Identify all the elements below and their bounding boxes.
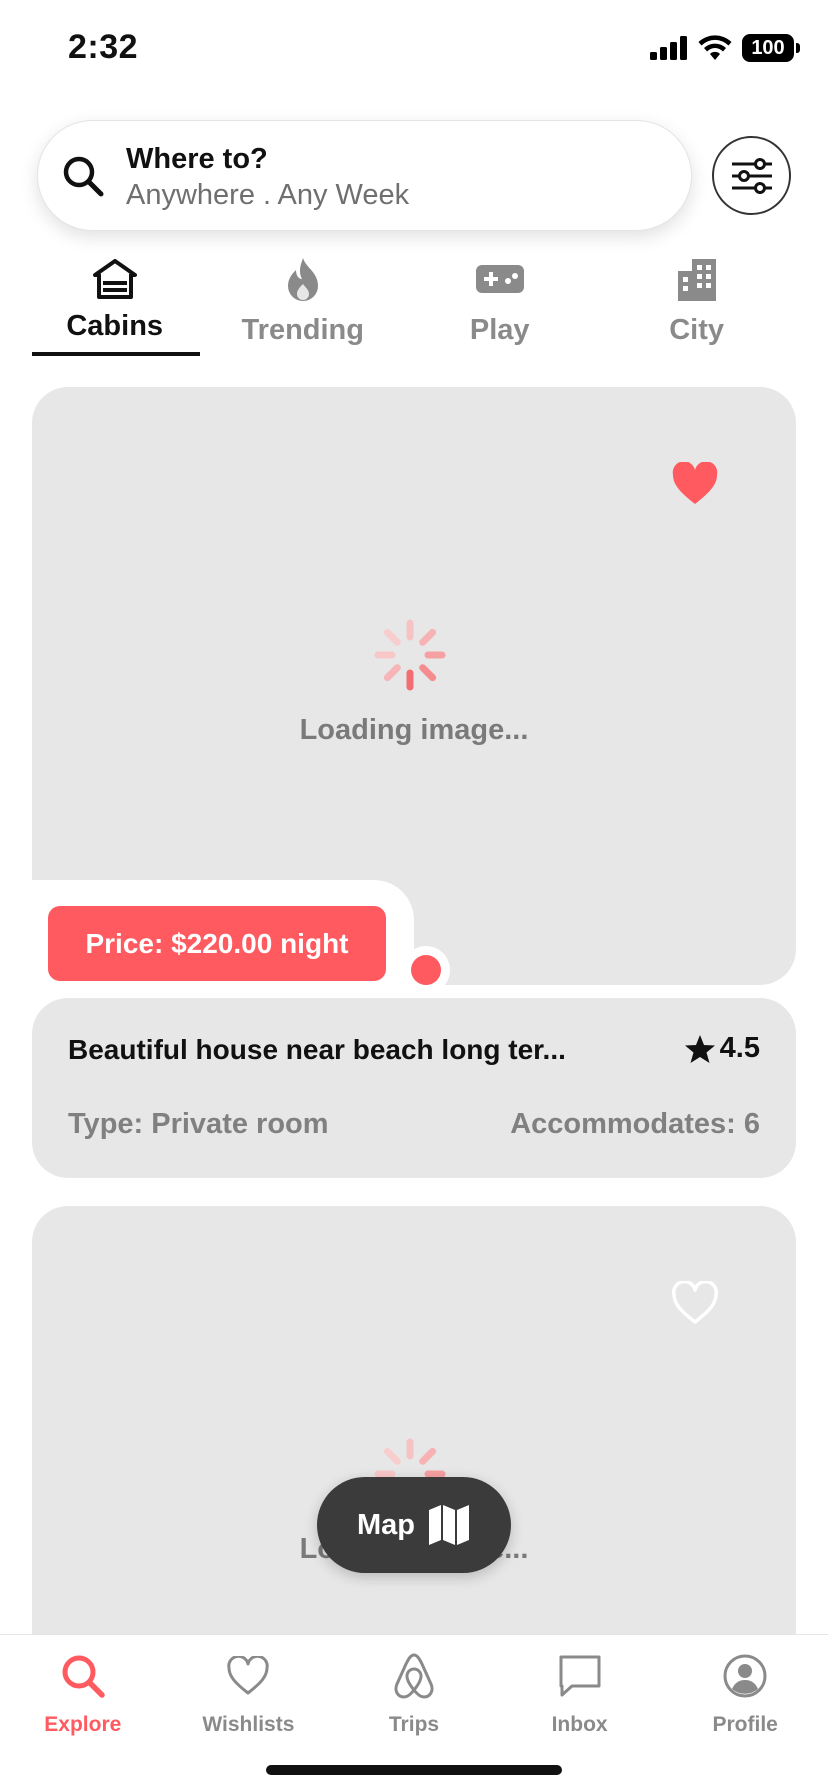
- filter-button[interactable]: [712, 136, 791, 215]
- loading-spinner-icon: [374, 619, 446, 691]
- status-bar: 2:32 100: [0, 0, 828, 100]
- nav-explore[interactable]: Explore: [0, 1635, 166, 1792]
- map-button-label: Map: [357, 1508, 415, 1541]
- airbnb-logo-icon: [394, 1653, 434, 1699]
- nav-label: Inbox: [551, 1713, 608, 1736]
- price-badge: Price: $220.00 night: [48, 906, 386, 981]
- user-circle-icon: [723, 1654, 767, 1698]
- listing-rating: 4.5: [684, 1032, 760, 1065]
- status-time: 2:32: [68, 28, 139, 66]
- home-indicator: [266, 1765, 562, 1775]
- nav-profile[interactable]: Profile: [662, 1635, 828, 1792]
- cabin-icon: [92, 259, 137, 299]
- tab-label: City: [669, 314, 725, 346]
- category-tabs: Cabins Trending Play City: [32, 252, 802, 360]
- search-bar[interactable]: Where to? Anywhere . Any Week: [37, 120, 692, 231]
- signal-icon: [650, 36, 687, 60]
- search-subtitle: Anywhere . Any Week: [126, 179, 410, 211]
- listing-title: Beautiful house near beach long ter...: [68, 1034, 566, 1065]
- star-icon: [684, 1034, 715, 1063]
- heart-icon: [227, 1656, 270, 1695]
- tab-city[interactable]: City: [591, 252, 802, 360]
- message-icon: [559, 1655, 601, 1697]
- nav-label: Trips: [388, 1713, 440, 1736]
- battery-icon: 100: [742, 34, 800, 62]
- tab-label: Cabins: [66, 310, 164, 342]
- map-button[interactable]: Map: [317, 1477, 511, 1573]
- indicator-dot: [411, 955, 441, 985]
- gamepad-icon: [475, 265, 524, 293]
- tab-label: Play: [469, 314, 530, 346]
- favorite-heart-icon[interactable]: [671, 462, 719, 506]
- listing-type: Type: Private room: [68, 1108, 329, 1140]
- search-icon: [63, 156, 104, 197]
- tab-trending[interactable]: Trending: [197, 252, 408, 360]
- listing-accommodates: Accommodates: 6: [510, 1108, 760, 1140]
- search-title: Where to?: [126, 143, 268, 175]
- nav-label: Explore: [44, 1713, 122, 1736]
- sliders-icon: [731, 157, 772, 194]
- fire-icon: [287, 258, 318, 301]
- tab-label: Trending: [241, 314, 364, 346]
- rating-value: 4.5: [719, 1032, 760, 1064]
- favorite-heart-icon[interactable]: [671, 1281, 719, 1325]
- nav-label: Wishlists: [202, 1713, 295, 1736]
- tab-play[interactable]: Play: [408, 252, 591, 360]
- wifi-icon: [698, 35, 732, 60]
- tab-cabins[interactable]: Cabins: [32, 252, 201, 360]
- map-icon: [429, 1505, 469, 1545]
- building-icon: [677, 259, 716, 301]
- status-icons: 100: [650, 34, 800, 62]
- search-icon: [62, 1655, 105, 1698]
- nav-label: Profile: [712, 1713, 778, 1736]
- listing-info[interactable]: Beautiful house near beach long ter... 4…: [32, 998, 796, 1178]
- loading-text: Loading image...: [299, 714, 529, 746]
